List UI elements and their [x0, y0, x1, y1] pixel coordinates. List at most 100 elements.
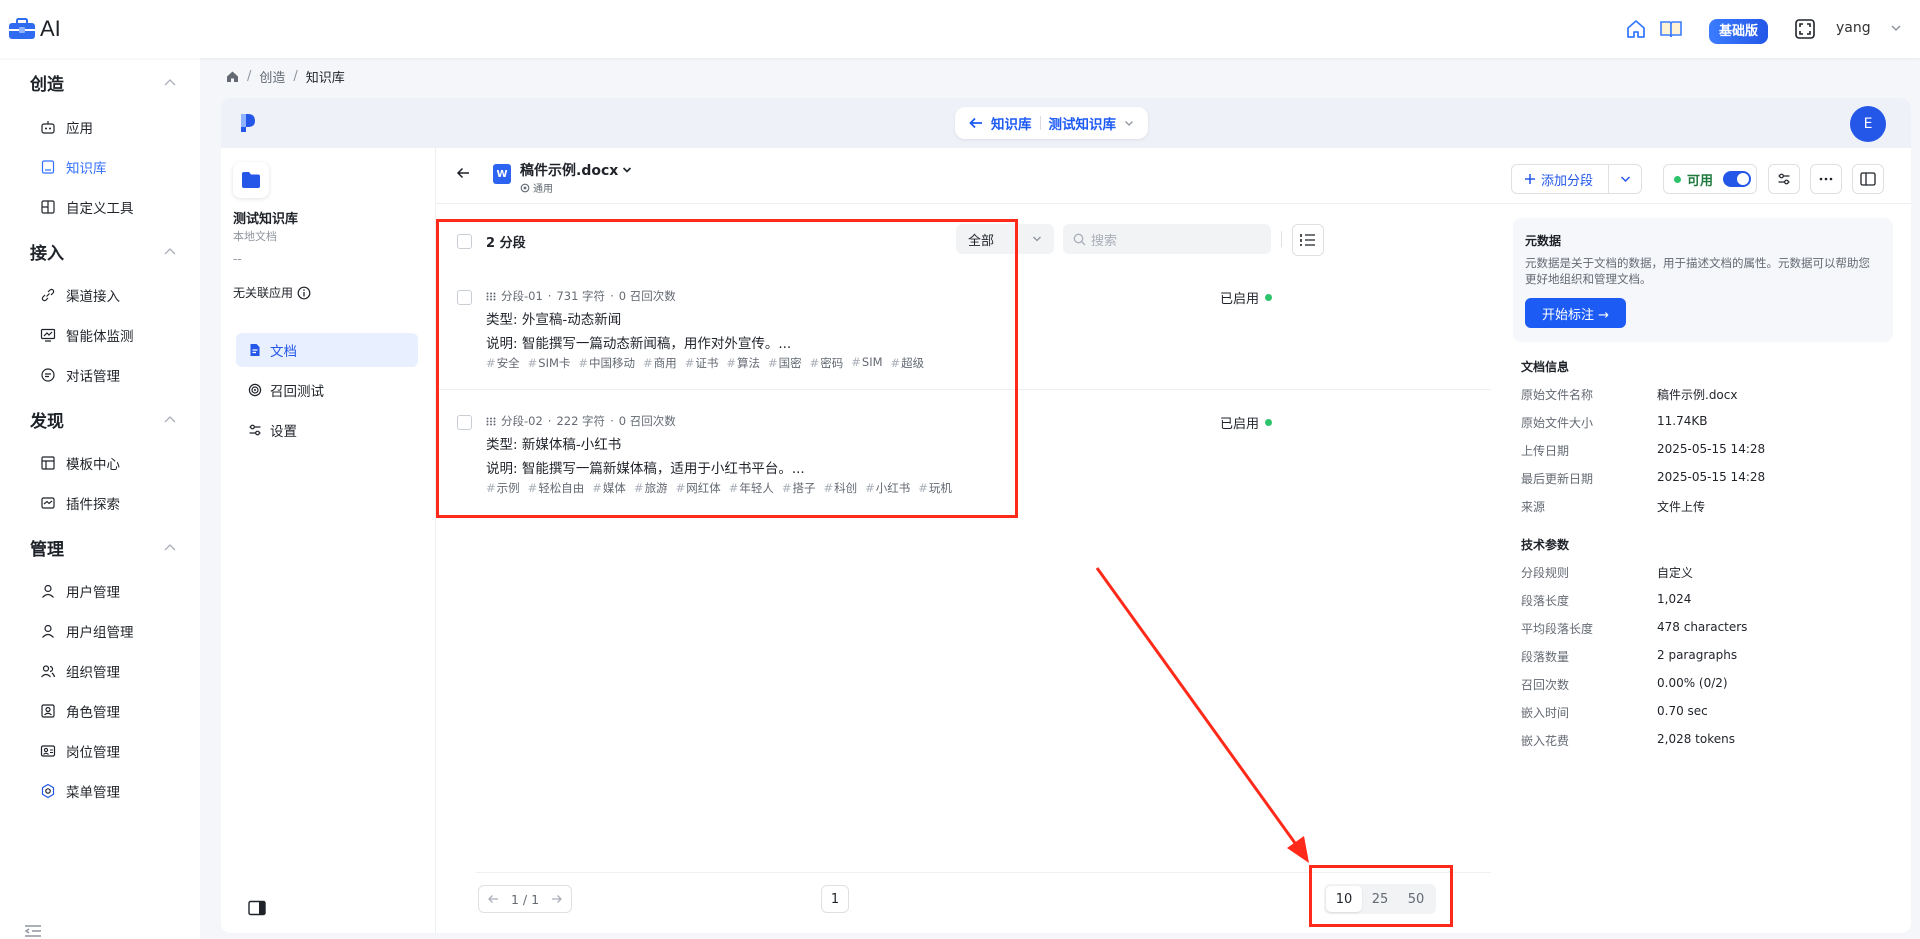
nav-item-template-center[interactable]: 模板中心 — [40, 451, 120, 475]
nav-item-org-management[interactable]: 组织管理 — [40, 659, 120, 683]
plus-icon — [1524, 173, 1536, 185]
kb-switch-current[interactable]: 测试知识库 — [1049, 113, 1117, 133]
chevron-down-icon — [1124, 119, 1134, 127]
role-icon — [40, 703, 56, 719]
kb-switch-parent[interactable]: 知识库 — [991, 113, 1032, 133]
avatar[interactable]: E — [1850, 106, 1886, 142]
kb-name: 测试知识库 — [233, 212, 299, 227]
chevron-down-icon — [622, 166, 632, 174]
tab-recall-test[interactable]: 召回测试 — [236, 373, 418, 407]
plan-badge[interactable]: 基础版 — [1709, 18, 1769, 44]
tab-settings[interactable]: 设置 — [236, 413, 418, 447]
add-segment-button[interactable]: 添加分段 — [1511, 164, 1642, 194]
more-button[interactable] — [1810, 164, 1842, 194]
nav-item-post-management[interactable]: 岗位管理 — [40, 739, 120, 763]
chevron-up-icon[interactable] — [164, 247, 176, 255]
outdent-icon[interactable] — [24, 924, 42, 938]
sidebar-collapse-icon[interactable] — [248, 900, 266, 916]
chevron-up-icon[interactable] — [164, 78, 176, 86]
doc-info-title: 文档信息 — [1521, 360, 1570, 374]
user-icon — [40, 623, 56, 639]
toolbox-logo-icon — [8, 17, 36, 41]
more-icon — [1819, 177, 1833, 181]
list-view-button[interactable] — [1292, 224, 1324, 256]
left-nav: 创造 应用 知识库 自定义工具 接入 渠道接入 智能体监测 对话管理 发现 模板… — [0, 58, 200, 939]
nav-item-menu-management[interactable]: 菜单管理 — [40, 779, 120, 803]
fullscreen-icon[interactable] — [1792, 16, 1818, 42]
home-icon[interactable] — [226, 70, 239, 83]
plugin-icon — [40, 495, 56, 511]
nav-group-manage[interactable]: 管理 — [30, 535, 64, 560]
nav-item-user-management[interactable]: 用户管理 — [40, 579, 120, 603]
toggle-switch[interactable] — [1723, 171, 1752, 187]
nav-item-channel-access[interactable]: 渠道接入 — [40, 283, 120, 307]
kb-type: 本地文档 — [233, 230, 277, 243]
nav-item-agent-monitor[interactable]: 智能体监测 — [40, 323, 134, 347]
nav-item-knowledge-base[interactable]: 知识库 — [40, 155, 107, 179]
folder-icon — [233, 162, 269, 198]
segment-search-input[interactable]: 搜索 — [1063, 224, 1271, 254]
annotation-box-segments — [436, 219, 1018, 518]
breadcrumb-current: 知识库 — [305, 71, 345, 86]
arrow-right-icon[interactable] — [551, 894, 563, 904]
username[interactable]: yang — [1836, 20, 1871, 36]
metadata-description: 元数据是关于文档的数据，用于描述文档的属性。元数据可以帮助您更好地组织和管理文档… — [1525, 256, 1870, 286]
kb-linked-apps: 无关联应用 — [233, 284, 311, 301]
segment-status: 已启用 — [1220, 288, 1273, 307]
status-dot — [1674, 175, 1681, 183]
pager: 1 / 1 — [478, 885, 573, 913]
nav-item-role-management[interactable]: 角色管理 — [40, 699, 120, 723]
kb-switcher[interactable]: 知识库 测试知识库 — [955, 107, 1148, 139]
breadcrumb-create[interactable]: 创造 — [259, 67, 285, 86]
chevron-up-icon[interactable] — [164, 543, 176, 551]
search-icon — [1073, 233, 1086, 246]
robot-icon — [40, 119, 56, 135]
main-header: 知识库 测试知识库 E — [221, 98, 1911, 148]
tab-documents[interactable]: 文档 — [236, 333, 418, 367]
settings-sliders-icon — [1777, 172, 1791, 186]
list-icon — [1300, 233, 1316, 247]
book-icon — [40, 159, 56, 175]
gear-icon — [520, 183, 530, 193]
brand-name: AI — [40, 16, 61, 41]
chevron-down-icon — [1032, 235, 1042, 243]
nav-item-user-group-management[interactable]: 用户组管理 — [40, 619, 134, 643]
nav-item-apps[interactable]: 应用 — [40, 115, 93, 139]
tech-params-title: 技术参数 — [1521, 538, 1570, 552]
nav-group-create[interactable]: 创造 — [30, 70, 64, 95]
segment-settings-button[interactable] — [1768, 164, 1800, 194]
segment-status: 已启用 — [1220, 413, 1273, 432]
arrow-left-icon — [969, 117, 983, 129]
breadcrumb: / 创造 / 知识库 — [226, 67, 345, 86]
nav-group-discover[interactable]: 发现 — [30, 407, 64, 432]
book-icon[interactable] — [1658, 16, 1684, 42]
page-range: 1 / 1 — [511, 891, 540, 907]
menu-gear-icon — [40, 783, 56, 799]
back-arrow-icon[interactable] — [456, 166, 470, 180]
user-icon — [40, 583, 56, 599]
info-icon[interactable] — [297, 286, 311, 300]
target-icon — [248, 383, 262, 397]
nav-item-conversations[interactable]: 对话管理 — [40, 363, 120, 387]
kb-panel: 测试知识库 本地文档 -- 无关联应用 文档 召回测试 设置 — [221, 148, 436, 933]
link-icon — [40, 287, 56, 303]
annotation-box-page-size — [1309, 865, 1453, 927]
document-icon — [248, 343, 262, 357]
toggle-panel-button[interactable] — [1852, 164, 1884, 194]
document-title[interactable]: 稿件示例.docx — [520, 160, 632, 180]
start-annotation-button[interactable]: 开始标注 → — [1525, 298, 1626, 328]
panel-icon — [1860, 172, 1876, 186]
arrow-left-icon[interactable] — [487, 894, 499, 904]
availability-toggle[interactable]: 可用 — [1663, 164, 1757, 194]
add-segment-dropdown[interactable] — [1608, 165, 1641, 193]
nav-group-access[interactable]: 接入 — [30, 239, 64, 264]
chevron-up-icon[interactable] — [164, 415, 176, 423]
tool-icon — [40, 199, 56, 215]
home-icon[interactable] — [1623, 16, 1649, 42]
page-number-button[interactable]: 1 — [821, 885, 849, 913]
brand[interactable]: AI — [8, 16, 61, 42]
nav-item-plugin-explore[interactable]: 插件探索 — [40, 491, 120, 515]
nav-item-custom-tools[interactable]: 自定义工具 — [40, 195, 134, 219]
user-menu-chevron-icon[interactable] — [1890, 22, 1902, 34]
chevron-down-icon — [1620, 175, 1631, 183]
